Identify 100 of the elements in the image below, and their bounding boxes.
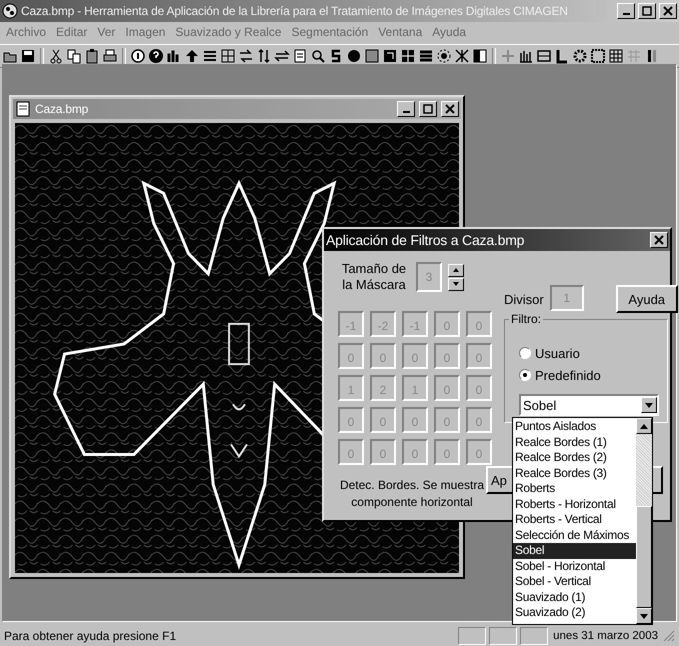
scroll-down-button[interactable] [636,608,652,624]
stack-icon[interactable] [418,48,434,64]
bars-chart-icon[interactable] [518,48,534,64]
close-button[interactable] [441,101,459,117]
matrix-cell[interactable]: -1 [338,311,364,337]
list-item[interactable]: Sobel - Vertical [513,574,636,590]
menu-item[interactable]: Imagen [125,25,166,41]
minimize-icon [622,13,630,15]
help-button[interactable]: Ayuda [616,285,678,313]
info-icon[interactable] [130,48,146,64]
matrix-cell[interactable]: -1 [402,311,428,337]
scrollbar-thumb[interactable] [636,506,652,608]
dotted-square-icon[interactable] [590,48,606,64]
maximize-button[interactable] [419,101,437,117]
spin-down-button[interactable] [448,278,464,290]
matrix-cell[interactable]: 0 [434,407,460,433]
matrix-cell[interactable]: 0 [434,439,460,465]
l-shape-icon[interactable] [554,48,570,64]
up-triangle-icon [640,424,648,428]
matrix-cell[interactable]: 0 [466,439,492,465]
status-pane [489,627,518,645]
question-circle-icon[interactable] [148,48,164,64]
resize-grip-icon[interactable] [663,630,675,642]
menu-item[interactable]: Segmentación [291,25,368,41]
scissors-icon[interactable] [48,48,64,64]
list-item[interactable]: Roberts [513,481,636,496]
menu-item[interactable]: Suavizado y Realce [175,25,282,41]
matrix-cell[interactable]: 0 [338,439,364,465]
bars-icon[interactable] [202,48,218,64]
matrix-cell[interactable]: 0 [466,407,492,433]
list-item[interactable]: Suavizado (1) [513,590,636,605]
matrix-cell[interactable]: 0 [338,343,364,369]
mask-size-field[interactable]: 3 [416,262,442,292]
list-item[interactable]: Sobel - Horizontal [513,558,636,574]
close-button[interactable] [650,232,668,248]
matrix-cell[interactable]: 0 [402,407,428,433]
menu-item[interactable]: Ayuda [432,25,466,41]
list-item[interactable]: Realce Bordes (2) [513,450,636,466]
radio-label[interactable]: Usuario [535,346,580,360]
matrix-cell[interactable]: 2 [370,375,396,401]
list-item[interactable]: Sobel [513,543,636,558]
menu-item[interactable]: Editar [56,25,88,41]
menu-item[interactable]: Ver [97,25,116,41]
list-item[interactable]: Suavizado (2) [513,605,636,620]
magnifier-icon[interactable] [310,48,326,64]
matrix-cell[interactable]: 0 [434,311,460,337]
printer-icon[interactable] [102,48,118,64]
spin-up-button[interactable] [448,264,464,276]
matrix-cell[interactable]: 0 [370,407,396,433]
radio-label[interactable]: Predefinido [535,368,601,382]
radio-button[interactable] [519,347,531,359]
frame-icon[interactable] [536,48,552,64]
matrix-cell[interactable]: 0 [434,343,460,369]
clipboard-icon[interactable] [84,48,100,64]
matrix-cell[interactable]: 1 [338,375,364,401]
page-icon[interactable] [292,48,308,64]
square-icon[interactable] [364,48,380,64]
status-message: Para obtener ayuda presione F1 [4,629,178,643]
matrix-cell[interactable]: 0 [466,311,492,337]
list-item[interactable]: Puntos Aislados [513,419,636,434]
matrix-cell[interactable]: 0 [466,343,492,369]
matrix-cell[interactable]: 0 [402,343,428,369]
matrix-cell[interactable]: 0 [370,343,396,369]
minimize-button[interactable] [397,101,415,117]
up-arrow-icon[interactable] [184,48,200,64]
table-icon[interactable] [608,48,624,64]
updown-arrows-icon[interactable] [256,48,272,64]
matrix-cell[interactable]: -2 [370,311,396,337]
matrix-cell[interactable]: 0 [434,375,460,401]
matrix-cell[interactable]: 0 [466,375,492,401]
list-item[interactable]: Roberts - Vertical [513,512,636,528]
minimize-button[interactable] [617,3,635,19]
button-edge[interactable] [653,466,663,494]
matrix-cell[interactable]: 1 [402,375,428,401]
dropdown-button[interactable] [641,397,657,413]
swap-arrows-icon[interactable] [238,48,254,64]
matrix-cell[interactable]: 0 [338,407,364,433]
matrix-cell[interactable]: 0 [370,439,396,465]
circle-icon[interactable] [346,48,362,64]
scroll-up-button[interactable] [636,418,652,434]
document-icon [15,101,31,117]
list-item[interactable]: Realce Bordes (3) [513,466,636,481]
list-item[interactable]: Realce Bordes (1) [513,434,636,450]
filter-dropdown[interactable]: Sobel [519,394,659,416]
maximize-button[interactable] [638,3,656,19]
radio-button[interactable] [519,369,531,381]
matrix-cell[interactable]: 0 [402,439,428,465]
split-square-icon[interactable] [472,48,488,64]
list-item[interactable]: Selección de Máximos [513,528,636,543]
grid-icon[interactable] [220,48,236,64]
list-item[interactable]: Roberts - Horizontal [513,496,636,512]
menu-item[interactable]: Archivo [6,25,46,41]
close-button[interactable] [659,3,677,19]
divisor-field[interactable]: 1 [550,285,584,311]
copy-icon[interactable] [66,48,82,64]
corner-icon[interactable] [382,48,398,64]
lr-arrows-icon[interactable] [274,48,290,64]
menu-item[interactable]: Ventana [378,25,422,41]
apply-button[interactable]: Ap [486,466,512,494]
quad-icon[interactable] [400,48,416,64]
